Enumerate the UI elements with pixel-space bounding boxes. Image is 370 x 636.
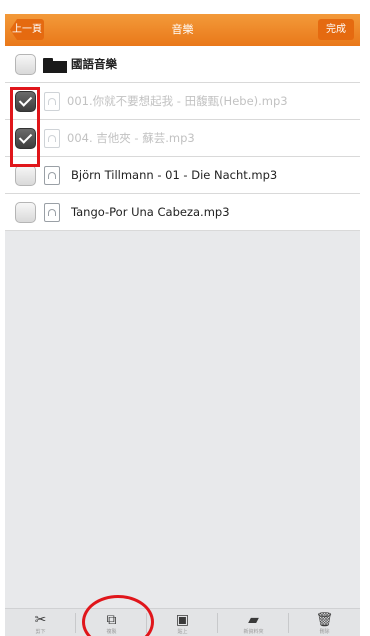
item-name: 001.你就不要想起我 - 田馥甄(Hebe).mp3 — [67, 94, 288, 108]
scissors-icon: ✂ — [34, 612, 47, 628]
select-checkbox[interactable] — [15, 202, 36, 223]
paste-button[interactable]: ▣ 貼上 — [147, 609, 218, 636]
item-name: 004. 吉他夾 - 蘇芸.mp3 — [67, 131, 195, 145]
audio-file-icon — [44, 92, 60, 111]
new-folder-label: 新資料夾 — [243, 629, 264, 635]
new-folder-icon: ▰ — [248, 612, 259, 628]
header-bar: 上一頁 音樂 完成 — [5, 14, 360, 46]
item-name: 國語音樂 — [71, 57, 117, 71]
audio-file-icon — [44, 203, 60, 222]
item-name: Björn Tillmann - 01 - Die Nacht.mp3 — [71, 168, 278, 182]
delete-button[interactable]: 🗑 刪除 — [289, 609, 360, 636]
cut-label: 剪下 — [35, 629, 46, 635]
audio-file-icon — [44, 166, 60, 185]
highlight-box-annotation — [10, 87, 40, 167]
trash-icon: 🗑 — [315, 612, 334, 628]
file-manager-screen: 上一頁 音樂 完成 國語音樂 001.你就不要想起我 - 田馥甄(Hebe).m… — [5, 14, 360, 636]
select-checkbox[interactable] — [15, 165, 36, 186]
cut-button[interactable]: ✂ 剪下 — [5, 609, 76, 636]
list-item-file[interactable]: 004. 吉他夾 - 蘇芸.mp3 — [5, 120, 360, 157]
paste-label: 貼上 — [177, 629, 188, 635]
list-item-folder[interactable]: 國語音樂 — [5, 46, 360, 83]
list-item-file[interactable]: Tango-Por Una Cabeza.mp3 — [5, 194, 360, 231]
file-list: 國語音樂 001.你就不要想起我 - 田馥甄(Hebe).mp3 004. 吉他… — [5, 46, 360, 231]
list-item-file[interactable]: Björn Tillmann - 01 - Die Nacht.mp3 — [5, 157, 360, 194]
select-checkbox[interactable] — [15, 54, 36, 75]
done-button[interactable]: 完成 — [318, 19, 354, 40]
paste-icon: ▣ — [175, 612, 190, 628]
audio-file-icon — [44, 129, 60, 148]
folder-icon — [43, 58, 67, 73]
new-folder-button[interactable]: ▰ 新資料夾 — [218, 609, 289, 636]
page-title: 音樂 — [171, 23, 194, 36]
delete-label: 刪除 — [319, 629, 330, 635]
list-item-file[interactable]: 001.你就不要想起我 - 田馥甄(Hebe).mp3 — [5, 83, 360, 120]
bottom-toolbar: ✂ 剪下 ⧉ 複製 ▣ 貼上 ▰ 新資料夾 🗑 刪除 — [5, 608, 360, 636]
item-name: Tango-Por Una Cabeza.mp3 — [71, 205, 230, 219]
